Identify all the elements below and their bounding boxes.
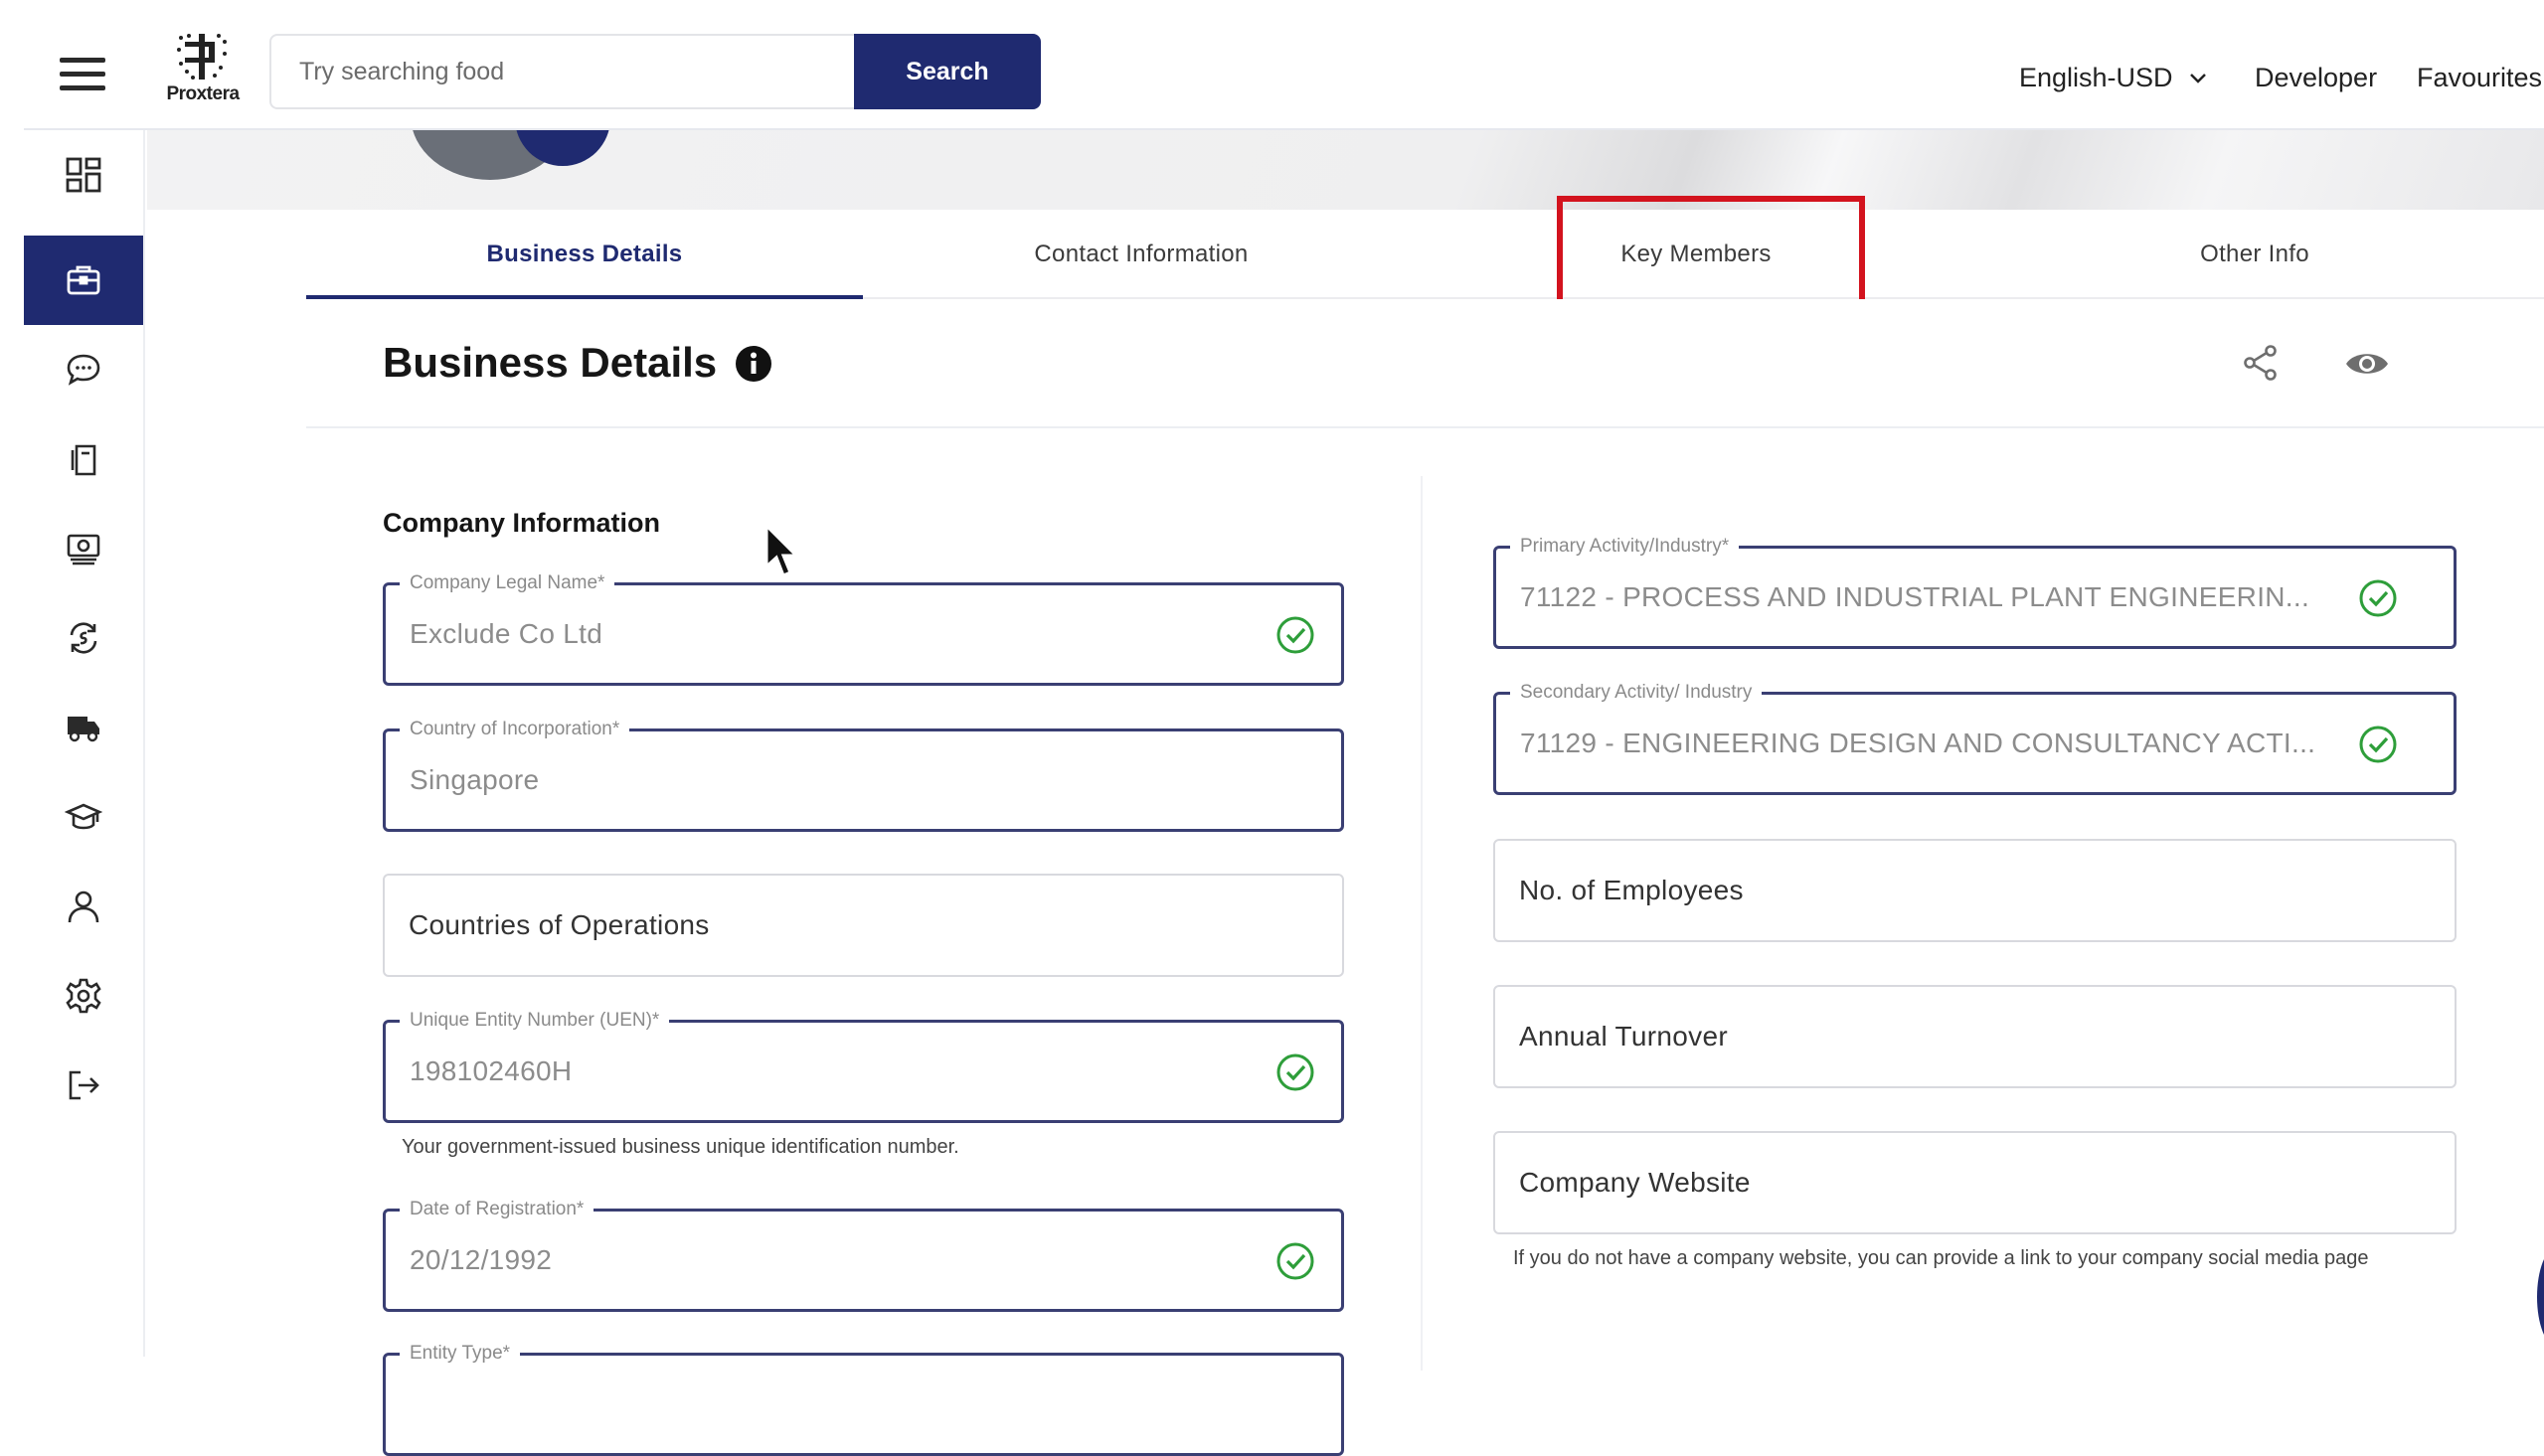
website-help-text: If you do not have a company website, yo… xyxy=(1513,1247,2369,1269)
field-value: Singapore xyxy=(410,764,540,795)
sidebar-item-dashboard[interactable] xyxy=(24,130,143,220)
primary-activity-field[interactable]: Primary Activity/Industry* 71122 - PROCE… xyxy=(1493,535,2457,649)
check-circle-icon xyxy=(1276,1242,1314,1280)
company-information-form: Company Information Company Legal Name* … xyxy=(306,428,2544,1456)
chat-icon xyxy=(67,354,100,386)
tab-other-info[interactable]: Other Info xyxy=(1976,210,2533,299)
sidebar-item-business[interactable] xyxy=(24,236,143,325)
entity-type-field[interactable]: Entity Type* xyxy=(383,1342,1344,1456)
mouse-cursor-icon xyxy=(764,523,799,577)
graduation-cap-icon xyxy=(65,803,102,830)
field-placeholder: Countries of Operations xyxy=(409,909,710,940)
sidebar-item-messages[interactable] xyxy=(24,325,143,414)
column-divider xyxy=(1421,476,1423,1371)
language-selector[interactable]: English-USD xyxy=(2019,63,2207,93)
search-button[interactable]: Search xyxy=(854,34,1041,109)
section-header: Business Details xyxy=(306,299,2544,428)
check-circle-icon xyxy=(1276,616,1314,654)
uen-field[interactable]: Unique Entity Number (UEN)* 198102460H xyxy=(383,1009,1344,1123)
countries-of-operations-field[interactable]: Countries of Operations xyxy=(383,874,1344,977)
settings-icon xyxy=(66,978,101,1014)
eye-icon[interactable] xyxy=(2344,349,2390,379)
brand-logo[interactable]: Proxtera xyxy=(153,32,253,121)
country-of-incorporation-field[interactable]: Country of Incorporation* Singapore xyxy=(383,718,1344,832)
sidebar-item-exchange[interactable] xyxy=(24,593,143,683)
language-label: English-USD xyxy=(2019,63,2173,92)
favourites-link[interactable]: Favourites xyxy=(2417,63,2542,93)
profile-banner xyxy=(147,130,2544,210)
search-input[interactable] xyxy=(269,34,854,109)
uen-help-text: Your government-issued business unique i… xyxy=(402,1136,959,1158)
logout-icon xyxy=(69,1070,99,1100)
annual-turnover-field[interactable]: Annual Turnover xyxy=(1493,985,2457,1088)
field-value: 71122 - PROCESS AND INDUSTRIAL PLANT ENG… xyxy=(1520,581,2310,612)
field-placeholder: Company Website xyxy=(1519,1167,1751,1198)
field-value: 20/12/1992 xyxy=(410,1244,553,1275)
menu-icon[interactable] xyxy=(60,58,105,91)
field-label: Entity Type* xyxy=(400,1342,521,1366)
date-of-registration-field[interactable]: Date of Registration* 20/12/1992 xyxy=(383,1198,1344,1312)
sidebar-item-learning[interactable] xyxy=(24,772,143,862)
check-circle-icon xyxy=(2359,579,2397,617)
sidebar-item-logout[interactable] xyxy=(24,1041,143,1130)
exchange-icon xyxy=(70,622,97,654)
proxtera-logo-icon xyxy=(177,34,227,80)
sidebar-item-finance[interactable] xyxy=(24,504,143,593)
company-legal-name-field[interactable]: Company Legal Name* Exclude Co Ltd xyxy=(383,571,1344,686)
tab-contact-information[interactable]: Contact Information xyxy=(863,210,1420,299)
documents-icon xyxy=(71,444,96,476)
sidebar-item-profile[interactable] xyxy=(24,862,143,951)
brand-name: Proxtera xyxy=(166,83,240,104)
dashboard-icon xyxy=(66,157,101,193)
user-icon xyxy=(68,890,99,923)
field-placeholder: Annual Turnover xyxy=(1519,1021,1728,1052)
truck-icon xyxy=(68,717,99,742)
group-title: Company Information xyxy=(383,508,661,538)
tab-key-members[interactable]: Key Members xyxy=(1418,210,1974,299)
sidebar-item-documents[interactable] xyxy=(24,414,143,504)
secondary-activity-field[interactable]: Secondary Activity/ Industry 71129 - ENG… xyxy=(1493,681,2457,795)
chevron-down-icon xyxy=(2189,73,2206,83)
sidebar-item-settings[interactable] xyxy=(24,951,143,1041)
sidebar-item-logistics[interactable] xyxy=(24,683,143,772)
info-icon[interactable] xyxy=(735,345,772,383)
vertical-nav xyxy=(24,130,145,1357)
money-icon xyxy=(67,534,100,566)
check-circle-icon xyxy=(1276,1053,1314,1091)
field-value: 71129 - ENGINEERING DESIGN AND CONSULTAN… xyxy=(1520,728,2316,758)
top-bar: Proxtera Search English-USD Developer Fa… xyxy=(24,10,2544,130)
share-icon[interactable] xyxy=(2241,343,2281,383)
field-placeholder: No. of Employees xyxy=(1519,875,1744,905)
tab-business-details[interactable]: Business Details xyxy=(306,210,863,299)
page-title: Business Details xyxy=(383,339,718,386)
number-of-employees-field[interactable]: No. of Employees xyxy=(1493,839,2457,942)
developer-link[interactable]: Developer xyxy=(2255,63,2377,93)
check-circle-icon xyxy=(2359,726,2397,763)
field-value: 198102460H xyxy=(410,1055,573,1086)
company-website-field[interactable]: Company Website xyxy=(1493,1131,2457,1234)
field-value: Exclude Co Ltd xyxy=(410,618,603,649)
briefcase-icon xyxy=(67,265,100,295)
tab-bar: Business Details Contact Information Key… xyxy=(306,210,2544,300)
